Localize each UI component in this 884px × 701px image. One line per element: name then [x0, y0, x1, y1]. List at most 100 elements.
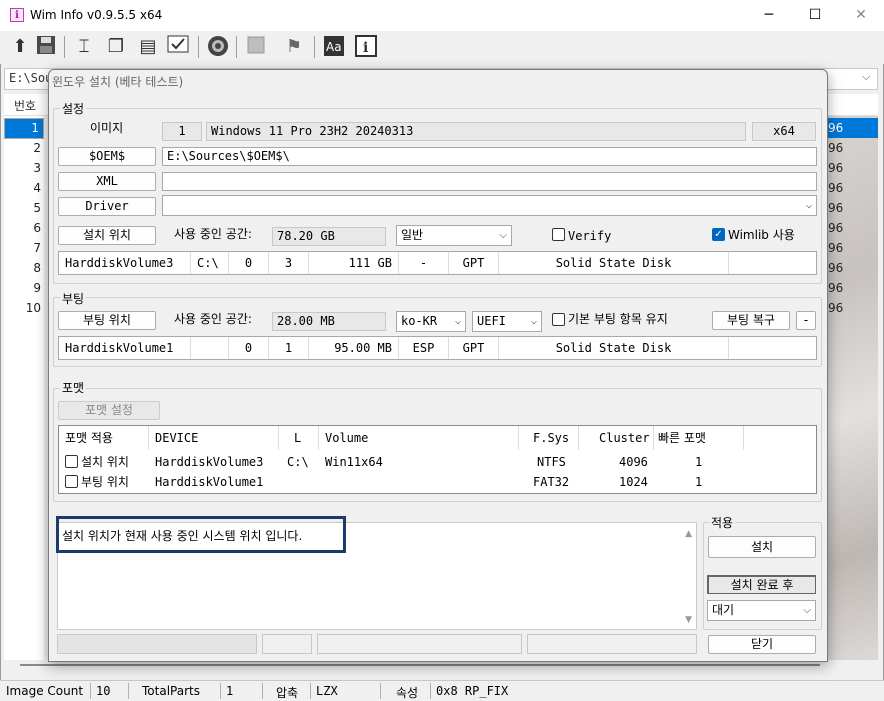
disc-icon[interactable]: [206, 35, 230, 59]
format-row-checkbox[interactable]: [65, 455, 78, 468]
list-row-number[interactable]: 3: [4, 158, 44, 178]
copy-icon[interactable]: ❐: [104, 35, 128, 59]
list-cell: 96: [828, 161, 844, 175]
list-row-number[interactable]: 4: [4, 178, 44, 198]
status-panel: [527, 634, 697, 654]
close-button[interactable]: 닫기: [708, 635, 816, 654]
install-location-button[interactable]: 설치 위치: [58, 226, 156, 245]
keep-boot-entry-label: 기본 부팅 항목 유지: [568, 312, 668, 326]
format-column-header[interactable]: F.Sys: [519, 426, 579, 450]
disk-cell: 0: [229, 252, 269, 274]
oem-path-field[interactable]: E:\Sources\$OEM$\: [162, 147, 817, 166]
list-row-number[interactable]: 10: [4, 298, 44, 318]
app-icon: i: [10, 8, 24, 22]
list-row-number[interactable]: 5: [4, 198, 44, 218]
disk-cell: Solid State Disk: [499, 252, 729, 274]
keep-boot-entry-checkbox[interactable]: [552, 313, 565, 326]
wimlib-label: Wimlib 사용: [728, 228, 795, 242]
status-panel: [317, 634, 522, 654]
toolbar-separator: [64, 36, 65, 58]
format-row-device: HarddiskVolume1: [155, 475, 264, 489]
wimlib-checkbox[interactable]: ✓: [712, 228, 725, 241]
chevron-down-icon[interactable]: ⌵: [862, 70, 870, 84]
install-button[interactable]: 설치: [708, 536, 816, 558]
image-index-field: 1: [162, 122, 202, 141]
toolbar-separator: [236, 36, 237, 58]
list-row-number[interactable]: 9: [4, 278, 44, 298]
format-column-header[interactable]: Cluster: [579, 426, 654, 450]
format-settings-button[interactable]: 포맷 설정: [58, 401, 160, 420]
disk-cell: 95.00 MB: [309, 337, 399, 359]
format-column-header[interactable]: 포맷 적용: [59, 426, 149, 450]
status-bar: Image Count 10 TotalParts 1 압축 LZX 속성 0x…: [0, 680, 884, 701]
format-column-header[interactable]: DEVICE: [149, 426, 279, 450]
scroll-down-icon[interactable]: ▼: [685, 615, 692, 625]
paste-icon[interactable]: ▤: [136, 35, 160, 59]
status-attr-label: 속성: [396, 686, 419, 700]
check-icon[interactable]: [166, 35, 190, 59]
after-install-select[interactable]: 대기 ⌵: [707, 600, 816, 621]
font-icon[interactable]: Aa: [322, 35, 346, 59]
xml-path-field[interactable]: [162, 172, 817, 191]
minimize-button[interactable]: ─: [746, 0, 792, 31]
boot-repair-button[interactable]: 부팅 복구: [712, 311, 790, 330]
window-title: Wim Info v0.9.5.5 x64: [30, 8, 163, 22]
list-cell: 96: [828, 201, 844, 215]
status-image-count: 10: [96, 684, 111, 698]
list-cell: 96: [828, 221, 844, 235]
disk-cell: 3: [269, 252, 309, 274]
boot-minus-button[interactable]: -: [796, 311, 816, 330]
boot-space-label: 사용 중인 공간:: [174, 312, 252, 326]
format-row-volume: Win11x64: [325, 455, 383, 469]
list-row-number[interactable]: 2: [4, 138, 44, 158]
install-mode-select[interactable]: 일반 ⌵: [396, 225, 512, 246]
driver-select[interactable]: ⌵: [162, 195, 817, 216]
driver-button[interactable]: Driver: [58, 197, 156, 216]
format-column-header[interactable]: L: [279, 426, 319, 450]
status-separator: [90, 683, 91, 699]
status-panel: [262, 634, 312, 654]
flag-icon[interactable]: ⚑: [282, 35, 306, 59]
after-install-value: 대기: [712, 603, 735, 617]
chevron-down-icon: ⌵: [803, 605, 811, 616]
oem-button[interactable]: $OEM$: [58, 147, 156, 166]
firmware-select[interactable]: UEFI ⌵: [472, 311, 542, 332]
locale-select[interactable]: ko-KR ⌵: [396, 311, 466, 332]
maximize-button[interactable]: ☐: [792, 0, 838, 31]
column-number[interactable]: 번호: [14, 97, 36, 114]
split-icon[interactable]: ⌶: [72, 35, 96, 59]
close-window-button[interactable]: ✕: [838, 0, 884, 31]
xml-button[interactable]: XML: [58, 172, 156, 191]
upload-icon[interactable]: ⬆: [8, 35, 32, 59]
format-row-letter: C:\: [287, 455, 309, 469]
info-icon[interactable]: i: [354, 35, 378, 59]
status-separator: [220, 683, 221, 699]
image-name-field: Windows 11 Pro 23H2 20240313: [206, 122, 746, 141]
install-space-value: 78.20 GB: [272, 227, 386, 246]
list-row-number[interactable]: 7: [4, 238, 44, 258]
svg-text:i: i: [363, 40, 368, 56]
horizontal-scrollbar[interactable]: [20, 664, 820, 666]
format-row-quick: 1: [695, 475, 703, 489]
disk-cell: ESP: [399, 337, 449, 359]
format-row-checkbox[interactable]: [65, 475, 78, 488]
format-column-header[interactable]: Volume: [319, 426, 519, 450]
list-row-number[interactable]: 6: [4, 218, 44, 238]
save-icon[interactable]: [34, 35, 58, 59]
disk-cell: 1: [269, 337, 309, 359]
status-compress-label: 압축: [276, 686, 299, 700]
verify-label: Verify: [568, 229, 612, 243]
stop-icon[interactable]: [244, 35, 268, 59]
scroll-up-icon[interactable]: ▲: [685, 529, 692, 539]
image-list[interactable]: 1 2 3 4 5 6 7 8 9 10: [4, 116, 44, 660]
image-label: 이미지: [90, 121, 124, 135]
list-row-number[interactable]: 1: [4, 118, 44, 139]
format-column-header[interactable]: 빠른 포맷: [654, 426, 744, 450]
format-table[interactable]: 포맷 적용 DEVICE L Volume F.Sys Cluster 빠른 포…: [58, 425, 817, 494]
verify-checkbox[interactable]: [552, 228, 565, 241]
list-row-number[interactable]: 8: [4, 258, 44, 278]
format-row-fs: NTFS: [537, 455, 566, 469]
chevron-down-icon: ⌵: [499, 230, 507, 241]
boot-location-button[interactable]: 부팅 위치: [58, 311, 156, 330]
disk-cell: Solid State Disk: [499, 337, 729, 359]
